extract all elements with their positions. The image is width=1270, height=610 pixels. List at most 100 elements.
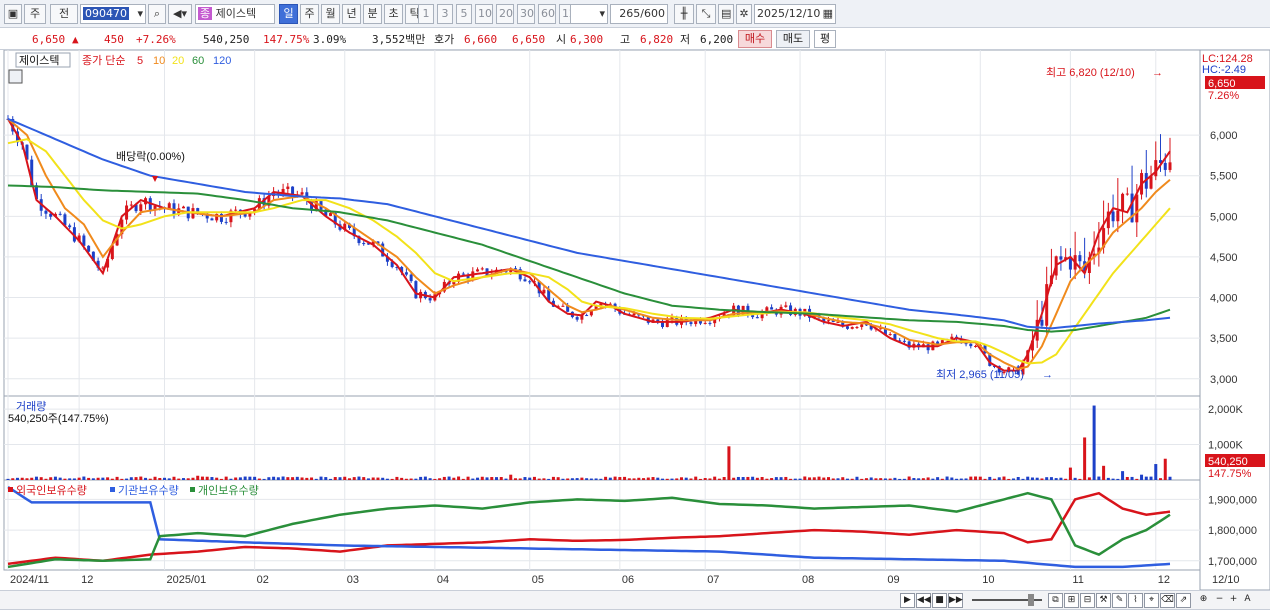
x-tick-label: 2025/01: [167, 574, 207, 586]
marker-icon[interactable]: ⌖: [1144, 593, 1159, 608]
zoom-in-icon[interactable]: ⊕: [1196, 593, 1211, 608]
period-tab-1[interactable]: 주: [300, 4, 319, 24]
plus-icon[interactable]: +: [1226, 593, 1241, 608]
volume-bar: [20, 477, 24, 480]
volume-bar: [646, 477, 650, 480]
candle-body: [751, 315, 755, 318]
volume-bar: [433, 478, 437, 480]
play-icon[interactable]: ▶: [900, 593, 915, 608]
tick-tab-5[interactable]: 5: [456, 4, 472, 24]
volume-bar: [556, 477, 560, 480]
grid-icon[interactable]: ⊞: [1064, 593, 1079, 608]
x-tick-label: 12: [1158, 574, 1170, 586]
minus-icon[interactable]: −: [1212, 593, 1227, 608]
pen-icon[interactable]: ✎: [1112, 593, 1127, 608]
high-price: 6,820: [640, 33, 674, 46]
zoom-slider-handle[interactable]: [1028, 594, 1034, 606]
tick-tab-10[interactable]: 10: [475, 4, 493, 24]
prev-button[interactable]: 전: [50, 4, 78, 24]
volume-bar: [6, 478, 10, 480]
chevron-down-icon: ▾: [599, 7, 605, 20]
legend-ma-10: 10: [153, 55, 165, 67]
volume-bar: [338, 477, 342, 480]
layout-icon[interactable]: ⧉: [1048, 593, 1063, 608]
chevron-down-icon: ▾: [137, 7, 143, 20]
sell-button[interactable]: 매도: [776, 30, 810, 48]
tool-icon[interactable]: ⚒: [1096, 593, 1111, 608]
tick-tab-30[interactable]: 30: [517, 4, 535, 24]
count-field[interactable]: 265/600: [610, 4, 668, 24]
buy-button[interactable]: 매수: [738, 30, 772, 48]
market-select[interactable]: 주: [24, 4, 46, 24]
volume-bar: [679, 477, 683, 480]
volume-bar: [822, 477, 826, 480]
candle-body: [1059, 256, 1063, 260]
volume-bar: [215, 477, 219, 480]
rewind-icon[interactable]: ◀◀: [916, 593, 931, 608]
stock-code-input[interactable]: 090470 ▾: [80, 4, 146, 24]
price-tag-label: 6,650: [1208, 78, 1236, 90]
stop-icon[interactable]: ■: [932, 593, 947, 608]
brush-icon[interactable]: ⌇: [1128, 593, 1143, 608]
period-tab-4[interactable]: 분: [363, 4, 382, 24]
period-tab-5[interactable]: 초: [384, 4, 403, 24]
tick-tab-1[interactable]: 1: [418, 4, 434, 24]
volume-bar: [869, 477, 873, 480]
volume-bar: [276, 477, 280, 480]
date-field[interactable]: 2025/12/10 ▦: [754, 4, 836, 24]
blank-select[interactable]: ▾: [570, 4, 608, 24]
volume-bar: [917, 478, 921, 480]
period-tab-3[interactable]: 년: [342, 4, 361, 24]
candle-body: [528, 281, 532, 283]
stock-name-field[interactable]: 종 제이스텍: [195, 4, 275, 24]
tick-tab-60[interactable]: 60: [538, 4, 556, 24]
y-tick-label: 3,500: [1210, 333, 1238, 345]
font-size-icon[interactable]: A: [1240, 593, 1255, 608]
volume-bar: [419, 476, 423, 480]
volume-bar: [1040, 478, 1044, 480]
volume-bar: [362, 477, 366, 480]
tick-tab-20[interactable]: 20: [496, 4, 514, 24]
tick-tab-3[interactable]: 3: [437, 4, 453, 24]
volume-bar: [779, 477, 783, 480]
candle-body: [523, 279, 527, 282]
period-tab-2[interactable]: 월: [321, 4, 340, 24]
candle-body: [1168, 162, 1172, 170]
x-tick-label: 09: [887, 574, 899, 586]
volume-bar: [457, 476, 461, 480]
speaker-icon[interactable]: ◀▾: [168, 4, 192, 24]
volume-bar: [997, 477, 1001, 480]
eval-button[interactable]: 평: [814, 30, 836, 48]
volume-bar: [343, 476, 347, 480]
period-tab-0[interactable]: 일: [279, 4, 298, 24]
volume-bar: [993, 478, 997, 480]
volume-bar: [101, 477, 105, 480]
save-icon[interactable]: ▤: [718, 4, 734, 24]
gear-icon[interactable]: ✲: [736, 4, 752, 24]
split-icon[interactable]: ⊟: [1080, 593, 1095, 608]
toolbar: ▣ 주 전 090470 ▾ ⌕ ◀▾ 종 제이스텍 일주월년분초틱 1 3 5 10…: [0, 0, 1270, 28]
window-icon[interactable]: ▣: [4, 4, 22, 24]
eraser-icon[interactable]: ⌫: [1160, 593, 1175, 608]
volume-bar: [181, 478, 185, 480]
volume-bar: [158, 477, 162, 480]
candle-icon[interactable]: ╫: [674, 4, 694, 24]
draw-tool-icon[interactable]: ⤡: [696, 4, 716, 24]
legend-label: 종가 단순: [82, 54, 126, 67]
volume-bar: [585, 478, 589, 480]
fast-forward-icon[interactable]: ▶▶: [948, 593, 963, 608]
volume-bar: [414, 478, 418, 480]
volume-bar: [248, 476, 252, 480]
arrow-tool-icon[interactable]: ⇗: [1176, 593, 1191, 608]
volume-bar: [936, 477, 940, 480]
volume-pct-label: 147.75%: [1208, 468, 1252, 480]
volume-bar: [153, 476, 157, 480]
candle-body: [1163, 162, 1167, 170]
volume-bar: [1002, 476, 1006, 480]
candle-body: [703, 322, 707, 324]
stock-chart[interactable]: 3,000 3,500 4,000 4,500 5,000 5,500 6,000 2024/…: [0, 50, 1270, 590]
volume-bar: [836, 478, 840, 480]
volume-bar: [1059, 477, 1063, 480]
volume-bar: [898, 478, 902, 480]
search-icon[interactable]: ⌕: [148, 4, 166, 24]
